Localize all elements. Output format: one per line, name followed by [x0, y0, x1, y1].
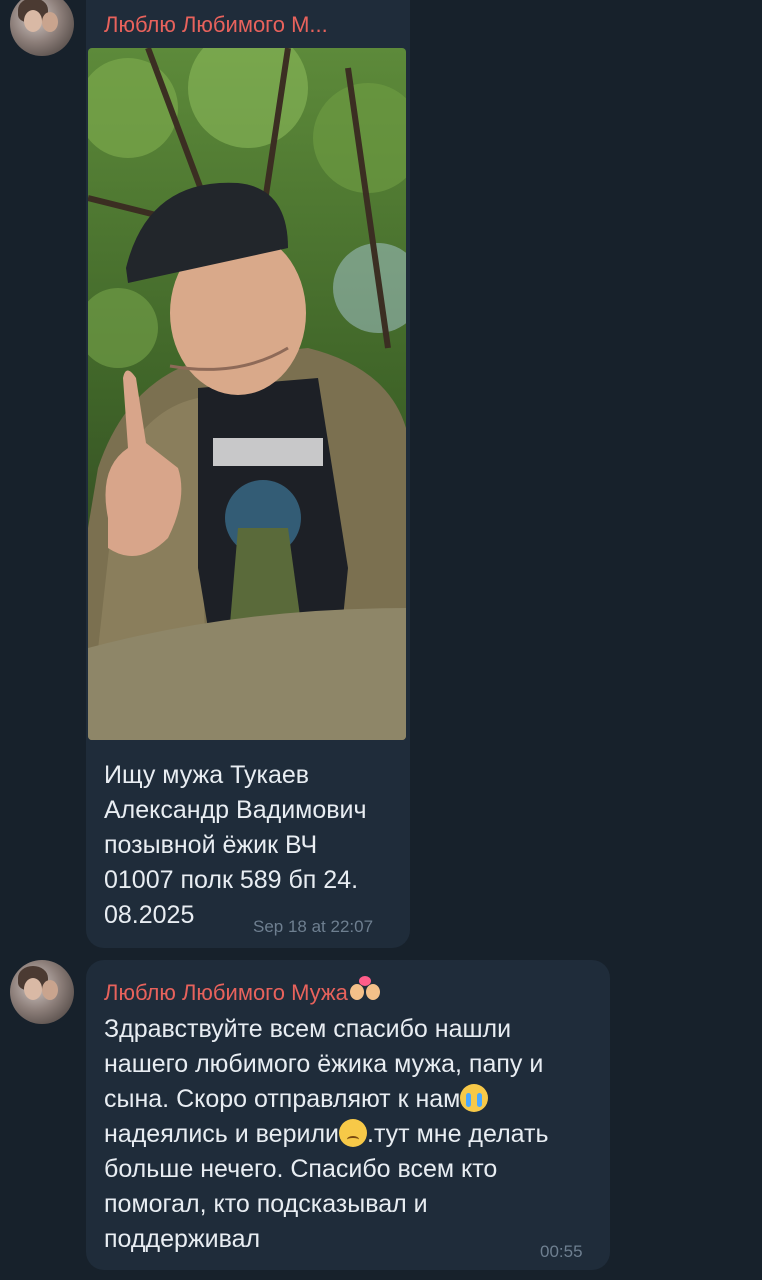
caption-line: 01007 полк 589 бп 24. — [104, 866, 359, 894]
sender-name-text: Люблю Любимого Мужа — [104, 980, 348, 1005]
crying-face-emoji — [460, 1084, 489, 1112]
message-line: больше нечего. Спасибо всем кто — [104, 1155, 498, 1183]
couple-with-heart-emoji — [348, 976, 384, 1010]
sender-avatar[interactable] — [10, 960, 74, 1024]
message-line: надеялись и верили .тут мне делать — [104, 1119, 549, 1148]
message-line: поддерживал — [104, 1225, 261, 1253]
caption-line: Ищу мужа Тукаев — [104, 761, 310, 789]
message-time: 00:55 — [540, 1242, 583, 1261]
message-sender-name[interactable]: Люблю Любимого Мужа — [104, 976, 384, 1010]
caption-line: Александр Вадимович — [104, 796, 367, 824]
message-photo[interactable] — [88, 48, 406, 740]
caption-line: позывной ёжик ВЧ — [104, 831, 318, 859]
message-line: помогал, кто подсказывал и — [104, 1190, 428, 1218]
pensive-face-emoji — [339, 1119, 367, 1147]
message-time: Sep 18 at 22:07 — [253, 917, 374, 936]
message-sender-name[interactable]: Люблю Любимого М... — [104, 12, 394, 38]
sender-avatar[interactable] — [10, 0, 74, 56]
message-line: Здравствуйте всем спасибо нашли — [104, 1015, 512, 1043]
message-line: сына. Скоро отправляют к нам — [104, 1082, 604, 1117]
message-line: нашего любимого ёжика мужа, папу и — [104, 1050, 544, 1078]
message-text: Здравствуйте всем спасибо нашли нашего л… — [104, 1012, 604, 1257]
photo-caption: Ищу мужа Тукаев Александр Вадимович позы… — [104, 758, 404, 933]
